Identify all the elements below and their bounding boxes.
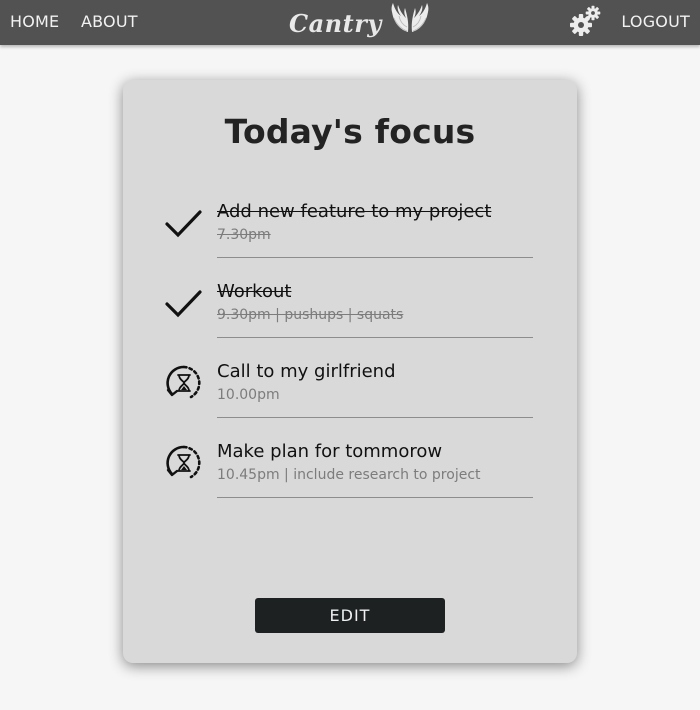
task-meta: 10.45pm | include research to project <box>217 467 481 483</box>
nav-logout-link[interactable]: LOGOUT <box>621 12 690 32</box>
task-title: Make plan for tommorow <box>217 441 443 462</box>
edit-button[interactable]: EDIT <box>255 598 445 633</box>
nav-home-link[interactable]: HOME <box>10 12 59 32</box>
checkmark-icon[interactable] <box>165 204 203 242</box>
card-title: Today's focus <box>224 112 476 151</box>
checkmark-icon[interactable] <box>165 284 203 322</box>
gears-icon[interactable] <box>568 4 602 38</box>
task-meta: 10.00pm <box>217 387 280 403</box>
task-divider <box>217 337 533 338</box>
task-item[interactable]: Add new feature to my project 7.30pm <box>123 200 577 280</box>
task-item[interactable]: Call to my girlfriend 10.00pm <box>123 360 577 440</box>
hourglass-timer-icon[interactable] <box>165 364 203 402</box>
hourglass-timer-icon[interactable] <box>165 444 203 482</box>
task-item[interactable]: Make plan for tommorow 10.45pm | include… <box>123 440 577 520</box>
task-meta: 7.30pm <box>217 227 271 243</box>
task-title: Workout <box>217 281 292 302</box>
angel-wings-icon <box>391 3 429 32</box>
brand-logo[interactable]: Cantry <box>289 3 431 41</box>
task-divider <box>217 257 533 258</box>
focus-card: Today's focus Add new feature to my proj… <box>123 80 577 663</box>
task-title: Add new feature to my project <box>217 201 492 222</box>
task-item[interactable]: Workout 9.30pm | pushups | squats <box>123 280 577 360</box>
task-divider <box>217 497 533 498</box>
task-title: Call to my girlfriend <box>217 361 396 382</box>
nav-about-link[interactable]: ABOUT <box>81 12 138 32</box>
brand-name: Cantry <box>289 8 382 38</box>
top-navbar: HOME ABOUT Cantry LOGOUT <box>0 0 700 45</box>
task-meta: 9.30pm | pushups | squats <box>217 307 404 323</box>
task-divider <box>217 417 533 418</box>
